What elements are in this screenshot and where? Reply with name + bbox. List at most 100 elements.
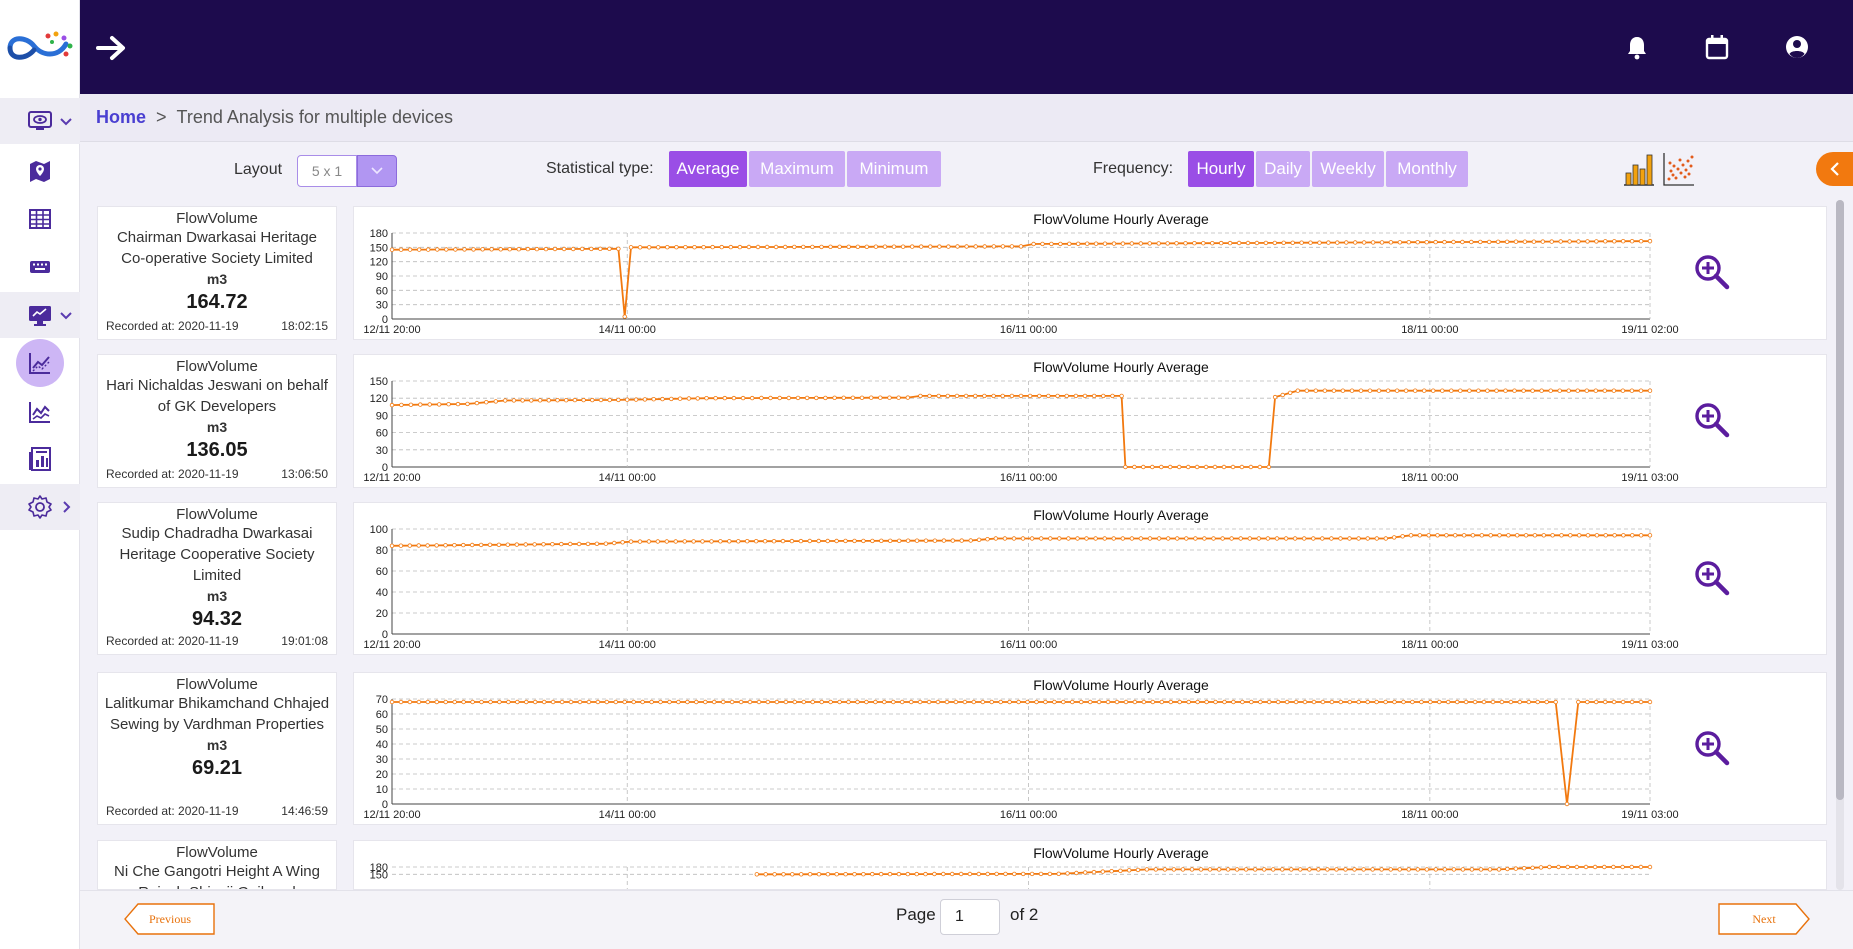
data-point[interactable] [756, 699, 762, 705]
data-point[interactable] [1245, 240, 1251, 246]
data-point[interactable] [1430, 388, 1436, 393]
data-point[interactable] [1558, 239, 1563, 244]
data-point[interactable] [586, 699, 592, 705]
data-point[interactable] [1322, 388, 1328, 393]
data-point[interactable] [1289, 867, 1294, 872]
data-point[interactable] [607, 246, 612, 251]
data-point[interactable] [837, 244, 842, 249]
data-point[interactable] [936, 393, 941, 399]
data-point[interactable] [1034, 699, 1039, 705]
data-point[interactable] [1083, 870, 1088, 875]
data-point[interactable] [1612, 533, 1617, 538]
data-point[interactable] [1349, 388, 1355, 393]
data-point[interactable] [780, 538, 786, 544]
data-point[interactable] [1141, 699, 1147, 705]
data-point[interactable] [616, 397, 621, 403]
data-point[interactable] [870, 871, 875, 877]
data-point[interactable] [855, 244, 860, 249]
data-point[interactable] [1488, 533, 1493, 538]
data-point[interactable] [764, 244, 770, 250]
data-point[interactable] [1049, 241, 1054, 247]
data-point[interactable] [1611, 864, 1616, 870]
data-point[interactable] [1183, 241, 1188, 246]
data-point[interactable] [541, 699, 547, 705]
data-point[interactable] [479, 699, 484, 705]
data-point[interactable] [487, 542, 493, 547]
sidebar-item-table[interactable] [0, 196, 80, 242]
data-point[interactable] [1147, 536, 1153, 541]
data-point[interactable] [1329, 536, 1334, 541]
data-point[interactable] [1406, 867, 1411, 872]
data-point[interactable] [1175, 536, 1180, 541]
data-point[interactable] [470, 699, 475, 705]
data-point[interactable] [1009, 244, 1015, 249]
data-point[interactable] [879, 538, 884, 543]
data-point[interactable] [1293, 699, 1299, 705]
data-point[interactable] [900, 244, 906, 249]
data-point[interactable] [488, 699, 493, 705]
data-point[interactable] [789, 538, 795, 544]
stat-minimum-button[interactable]: Minimum [847, 151, 941, 187]
data-point[interactable] [1392, 699, 1397, 705]
data-point[interactable] [738, 699, 744, 705]
data-point[interactable] [474, 400, 480, 406]
data-point[interactable] [443, 543, 448, 548]
data-point[interactable] [878, 871, 884, 877]
data-point[interactable] [1647, 699, 1653, 705]
data-point[interactable] [1002, 536, 1008, 541]
data-point[interactable] [506, 699, 511, 705]
data-point[interactable] [1150, 699, 1155, 705]
data-point[interactable] [727, 539, 732, 544]
data-point[interactable] [1352, 867, 1357, 872]
app-logo[interactable] [4, 26, 76, 68]
data-point[interactable] [1503, 388, 1508, 393]
data-point[interactable] [579, 246, 585, 252]
data-point[interactable] [416, 543, 421, 548]
data-point[interactable] [1109, 869, 1114, 874]
data-point[interactable] [493, 399, 498, 404]
data-point[interactable] [461, 542, 466, 548]
data-point[interactable] [1222, 699, 1227, 705]
data-point[interactable] [1532, 533, 1538, 538]
data-point[interactable] [1506, 533, 1511, 538]
data-point[interactable] [399, 402, 404, 408]
data-point[interactable] [1317, 240, 1322, 245]
data-point[interactable] [1311, 699, 1317, 705]
data-point[interactable] [801, 699, 806, 705]
data-point[interactable] [1220, 536, 1225, 541]
data-point[interactable] [1262, 867, 1267, 872]
data-point[interactable] [1565, 864, 1570, 870]
data-point[interactable] [1513, 239, 1519, 244]
data-point[interactable] [1526, 699, 1531, 705]
data-point[interactable] [1082, 393, 1088, 399]
data-point[interactable] [1397, 240, 1403, 245]
data-point[interactable] [1638, 864, 1644, 870]
data-point[interactable] [1239, 464, 1245, 470]
data-point[interactable] [434, 543, 439, 548]
data-point[interactable] [900, 699, 905, 705]
data-point[interactable] [1338, 699, 1343, 705]
data-point[interactable] [923, 538, 929, 543]
data-point[interactable] [502, 398, 508, 403]
data-point[interactable] [959, 538, 964, 543]
data-point[interactable] [1138, 536, 1144, 541]
data-point[interactable] [1437, 699, 1442, 705]
data-point[interactable] [1469, 239, 1474, 245]
data-point[interactable] [1620, 864, 1625, 870]
data-point[interactable] [745, 539, 750, 544]
sidebar-item-line-chart[interactable] [0, 389, 80, 435]
data-point[interactable] [1541, 533, 1546, 538]
data-point[interactable] [878, 395, 883, 400]
data-point[interactable] [991, 244, 996, 249]
data-point[interactable] [444, 247, 449, 252]
data-point[interactable] [923, 871, 928, 877]
data-point[interactable] [1444, 533, 1449, 538]
data-point[interactable] [455, 401, 461, 407]
data-point[interactable] [1638, 239, 1644, 244]
data-point[interactable] [598, 246, 603, 251]
data-point[interactable] [1016, 699, 1021, 705]
data-point[interactable] [1219, 240, 1224, 246]
data-point[interactable] [1070, 699, 1075, 705]
data-point[interactable] [1557, 388, 1562, 393]
data-point[interactable] [1274, 536, 1280, 541]
